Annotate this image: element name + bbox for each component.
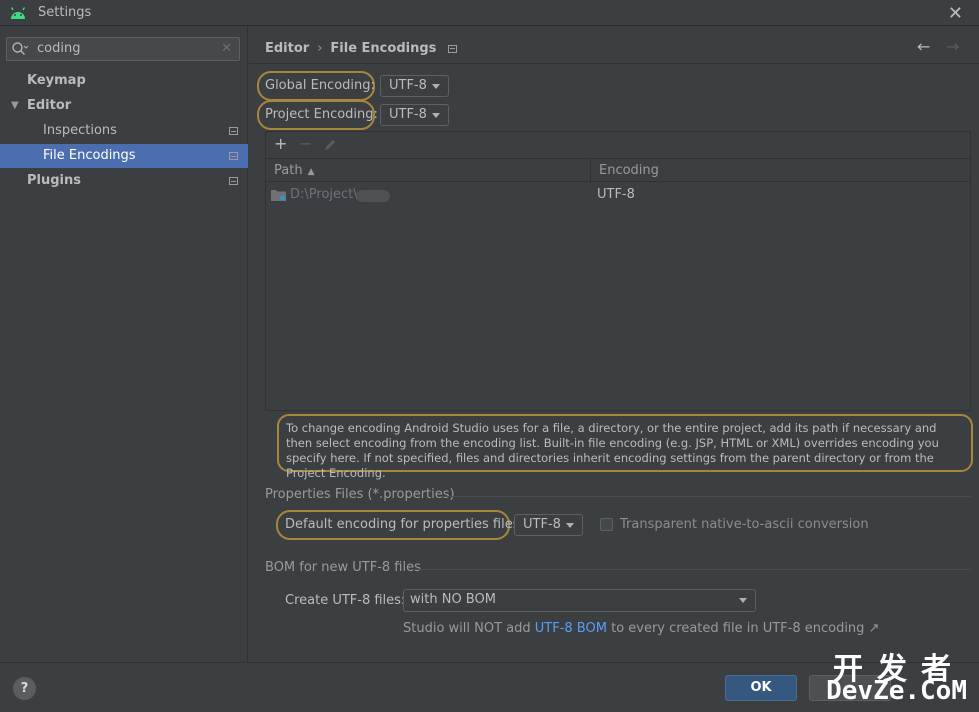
info-prefix: Studio will NOT add xyxy=(403,621,531,636)
sidebar-item-inspections[interactable]: Inspections xyxy=(0,119,248,143)
project-scope-icon xyxy=(229,127,238,135)
dialog-footer: ? OK 开发者 DevZe.CoM xyxy=(0,652,979,712)
dropdown-value: UTF-8 xyxy=(523,517,561,532)
chevron-down-icon xyxy=(432,84,440,89)
breadcrumb-current: File Encodings xyxy=(330,41,437,56)
ok-button[interactable]: OK xyxy=(725,675,797,701)
table-toolbar: + − xyxy=(266,132,970,158)
info-suffix: to every created file in UTF-8 encoding … xyxy=(611,621,880,636)
project-scope-icon xyxy=(448,44,458,53)
header-divider xyxy=(249,63,979,64)
search-icon xyxy=(12,42,29,56)
forward-arrow-icon[interactable]: → xyxy=(946,37,959,56)
window-title: Settings xyxy=(38,5,92,20)
breadcrumb-separator: › xyxy=(317,41,323,56)
folder-icon xyxy=(271,190,286,201)
dropdown-value: with NO BOM xyxy=(410,592,496,607)
chevron-down-icon xyxy=(566,523,574,528)
sidebar-item-label: Editor xyxy=(27,98,72,113)
settings-sidebar: coding ✕ Keymap ▼ Editor Inspections Fil… xyxy=(0,27,248,662)
transparent-conversion-checkbox[interactable] xyxy=(600,518,613,531)
project-encoding-label: Project Encoding: xyxy=(265,107,378,122)
create-utf8-label: Create UTF-8 files: xyxy=(285,593,406,608)
column-header-path[interactable]: Path ▲ xyxy=(274,163,314,178)
sidebar-item-label: Plugins xyxy=(27,173,81,188)
watermark-logo: 开发者 DevZe.CoM xyxy=(821,644,971,706)
column-header-encoding[interactable]: Encoding xyxy=(599,163,659,178)
table-header: Path ▲ Encoding xyxy=(266,158,970,183)
title-bar: Settings ✕ xyxy=(0,0,979,26)
global-encoding-label: Global Encoding: xyxy=(265,78,375,93)
project-scope-icon xyxy=(229,177,238,185)
project-encoding-dropdown[interactable]: UTF-8 xyxy=(380,104,449,126)
properties-section-title: Properties Files (*.properties) xyxy=(265,487,455,502)
add-icon[interactable]: + xyxy=(274,134,287,153)
encoding-help-note: To change encoding Android Studio uses f… xyxy=(277,414,973,480)
sort-ascending-icon: ▲ xyxy=(307,167,315,177)
global-encoding-dropdown[interactable]: UTF-8 xyxy=(380,75,449,97)
section-divider xyxy=(416,569,971,570)
section-divider xyxy=(442,496,971,497)
search-value: coding xyxy=(37,41,81,56)
properties-encoding-label: Default encoding for properties files: xyxy=(285,517,524,532)
table-row[interactable]: D:\Project\ UTF-8 xyxy=(266,184,970,206)
breadcrumb: Editor › File Encodings xyxy=(265,41,458,56)
row-path: D:\Project\ xyxy=(290,187,358,202)
back-arrow-icon[interactable]: ← xyxy=(917,37,930,56)
clear-icon[interactable]: ✕ xyxy=(221,41,232,56)
bom-dropdown[interactable]: with NO BOM xyxy=(403,589,756,612)
breadcrumb-parent[interactable]: Editor xyxy=(265,41,309,56)
properties-encoding-dropdown[interactable]: UTF-8 xyxy=(514,514,583,536)
sidebar-item-plugins[interactable]: Plugins xyxy=(0,169,248,193)
dropdown-value: UTF-8 xyxy=(389,78,427,93)
sidebar-item-keymap[interactable]: Keymap xyxy=(0,69,248,93)
blurred-path-region xyxy=(356,190,390,202)
remove-icon[interactable]: − xyxy=(299,134,312,153)
chevron-down-icon xyxy=(432,113,440,118)
sidebar-item-editor[interactable]: ▼ Editor xyxy=(0,94,248,118)
help-icon[interactable]: ? xyxy=(13,677,36,700)
transparent-conversion-label[interactable]: Transparent native-to-ascii conversion xyxy=(620,517,869,532)
android-icon xyxy=(10,7,26,19)
sidebar-item-label: Inspections xyxy=(43,123,117,138)
sidebar-item-label: Keymap xyxy=(27,73,86,88)
utf8-bom-link[interactable]: UTF-8 BOM xyxy=(535,621,607,636)
bom-section-title: BOM for new UTF-8 files xyxy=(265,560,421,575)
project-scope-icon xyxy=(229,152,238,160)
row-encoding: UTF-8 xyxy=(597,187,635,202)
chevron-down-icon xyxy=(739,598,747,603)
dropdown-value: UTF-8 xyxy=(389,107,427,122)
chevron-down-icon[interactable]: ▼ xyxy=(11,94,19,118)
column-divider[interactable] xyxy=(590,159,591,183)
settings-main-panel: Editor › File Encodings ← → Global Encodin… xyxy=(249,27,979,662)
search-input[interactable]: coding ✕ xyxy=(6,37,240,61)
sidebar-item-label: File Encodings xyxy=(43,148,136,163)
close-icon[interactable]: ✕ xyxy=(948,3,963,24)
sidebar-item-file-encodings[interactable]: File Encodings xyxy=(0,144,248,168)
edit-icon[interactable] xyxy=(323,138,337,152)
watermark-en: DevZe.CoM xyxy=(826,676,967,706)
encodings-table: + − Path ▲ Encoding D:\Project\ UTF-8 xyxy=(265,131,971,411)
column-header-label: Path xyxy=(274,163,303,178)
bom-info-text: Studio will NOT add UTF-8 BOM to every c… xyxy=(403,621,879,636)
